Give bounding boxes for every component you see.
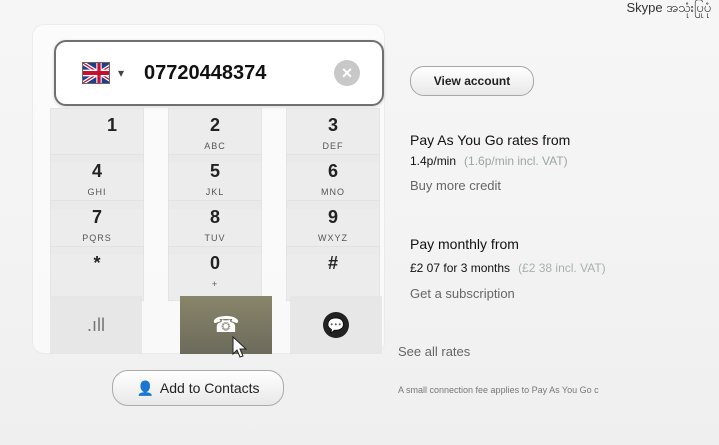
key-number: 9	[327, 207, 338, 227]
monthly-title: Pay monthly from	[410, 236, 519, 252]
dialer-actions: .ıll ☎ 💬	[50, 296, 382, 354]
view-account-button[interactable]: View account	[410, 66, 534, 96]
country-selector[interactable]: ▾	[82, 60, 124, 86]
payg-price-row: 1.4p/min (1.6p/min incl. VAT)	[410, 154, 568, 168]
top-caption: Skype အသုံးပြုပုံ	[626, 0, 711, 15]
key-number: 8	[209, 207, 220, 227]
key-number: 3	[327, 115, 338, 135]
key-number: 6	[327, 161, 338, 181]
key-number: #	[327, 253, 338, 273]
key-letters: +	[211, 279, 219, 289]
key-letters: TUV	[204, 233, 226, 243]
key-letters: MNO	[321, 187, 345, 197]
phone-icon: ☎	[212, 312, 240, 337]
key-number: *	[93, 253, 101, 273]
chat-button[interactable]: 💬	[290, 296, 382, 354]
clear-number-button[interactable]: ×	[334, 60, 360, 86]
chevron-down-icon: ▾	[117, 66, 124, 80]
key-star[interactable]: *	[50, 246, 144, 301]
chat-icon: 💬	[323, 312, 349, 338]
monthly-price-row: £2 07 for 3 months (£2 38 incl. VAT)	[410, 261, 606, 275]
key-letters: ABC	[204, 141, 226, 151]
payg-vat-note: (1.6p/min incl. VAT)	[464, 154, 568, 168]
phone-number-text: 07720448374	[144, 62, 267, 84]
key-number: 5	[209, 161, 220, 181]
key-number: 4	[91, 161, 102, 181]
add-to-contacts-button[interactable]: 👤 Add to Contacts	[112, 370, 284, 406]
key-letters: DEF	[322, 141, 344, 151]
mouse-pointer-icon	[232, 336, 248, 358]
key-number: 7	[91, 207, 102, 227]
phone-number-field[interactable]: ▾ 07720448374 ×	[54, 40, 384, 106]
see-all-rates-link[interactable]: See all rates	[398, 344, 470, 359]
uk-flag-icon	[82, 62, 110, 84]
key-letters: GHI	[87, 187, 107, 197]
key-letters: WXYZ	[318, 233, 348, 243]
add-to-contacts-label: Add to Contacts	[159, 380, 260, 396]
add-contact-icon: 👤	[136, 379, 154, 396]
view-account-label: View account	[433, 74, 511, 88]
get-subscription-link[interactable]: Get a subscription	[410, 286, 515, 301]
key-letters: JKL	[205, 187, 225, 197]
signal-icon: .ıll	[87, 314, 105, 335]
key-number: 2	[209, 115, 220, 135]
key-number: 0	[209, 253, 220, 273]
key-0[interactable]: 0 +	[168, 246, 262, 301]
key-letters: PQRS	[82, 233, 112, 243]
monthly-price: £2 07 for 3 months	[410, 261, 511, 275]
call-button[interactable]: ☎	[180, 296, 272, 354]
connection-fee-note: A small connection fee applies to Pay As…	[398, 385, 599, 395]
buy-more-credit-link[interactable]: Buy more credit	[410, 178, 501, 193]
key-number: 1	[107, 115, 118, 135]
key-hash[interactable]: #	[286, 246, 380, 301]
payg-title: Pay As You Go rates from	[410, 132, 571, 148]
payg-price: 1.4p/min	[410, 154, 457, 168]
close-icon: ×	[341, 62, 353, 83]
monthly-vat-note: (£2 38 incl. VAT)	[518, 261, 606, 275]
signal-button[interactable]: .ıll	[50, 296, 142, 354]
uk-flag-svg	[83, 63, 109, 83]
